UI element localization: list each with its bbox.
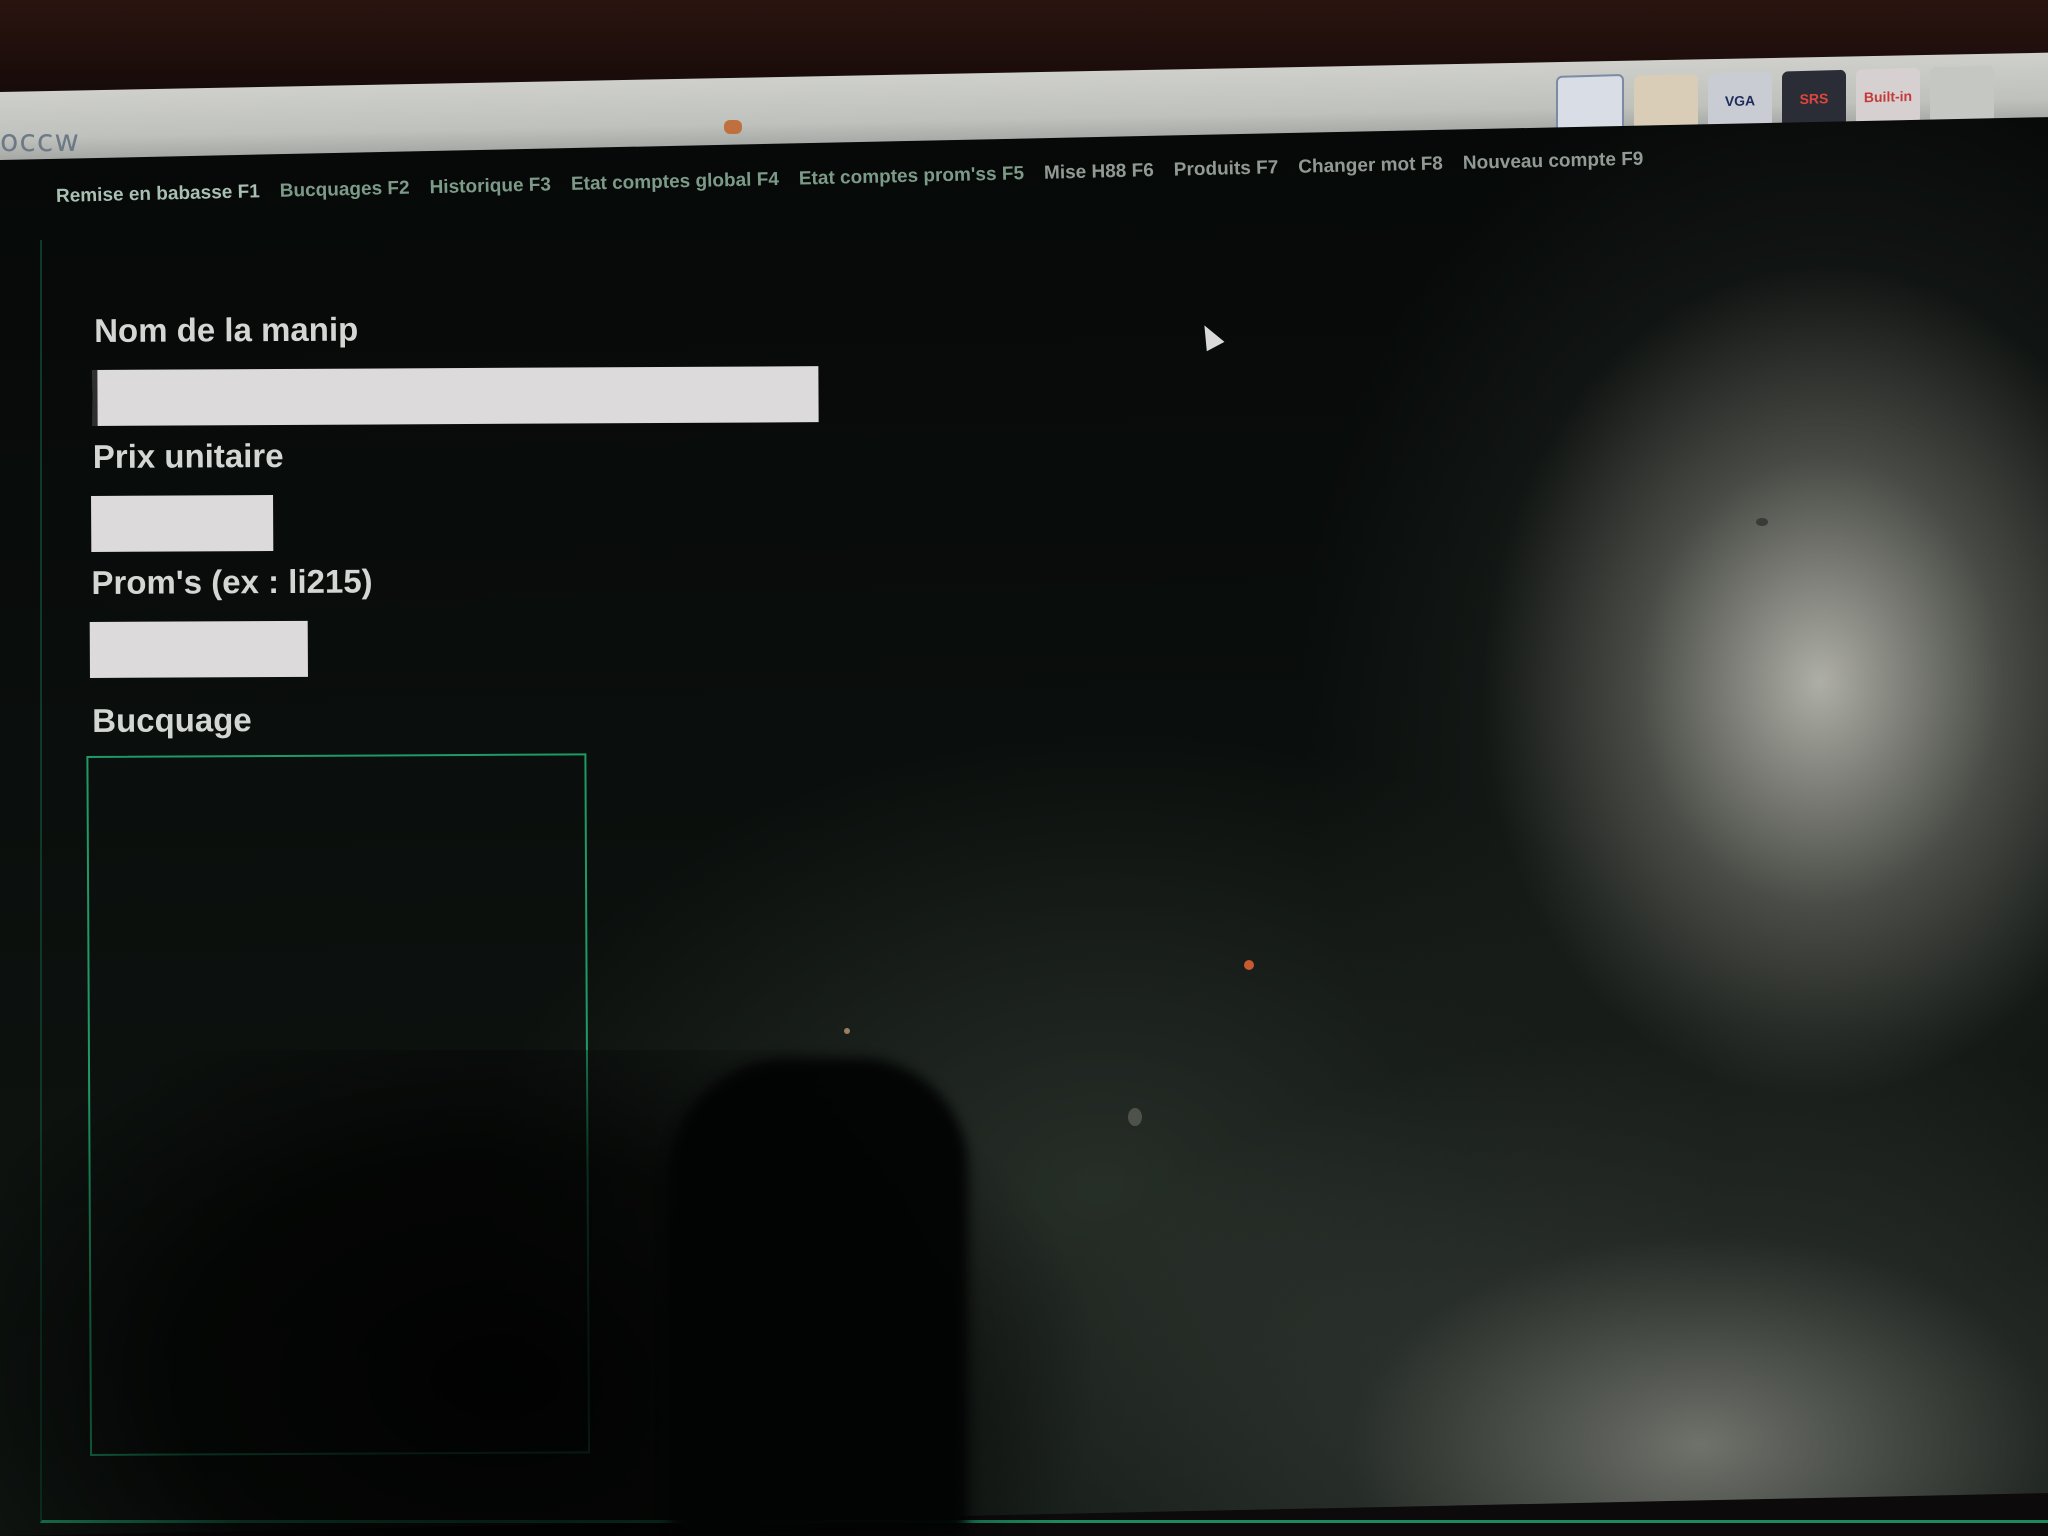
- nav-item-bucquages[interactable]: Bucquages F2: [280, 178, 410, 203]
- screen-speck: [844, 1028, 850, 1034]
- proms-input[interactable]: [89, 620, 308, 678]
- laptop-icon[interactable]: [1634, 73, 1698, 132]
- nav-item-mise-h88[interactable]: Mise H88 F6: [1044, 160, 1154, 185]
- bucquage-label: Bucquage: [92, 701, 252, 739]
- screen-speck: [1128, 1108, 1142, 1126]
- screen-speck: [1244, 960, 1254, 970]
- nav-item-produits[interactable]: Produits F7: [1174, 157, 1279, 181]
- nav-item-nouveau-compte[interactable]: Nouveau compte F9: [1463, 149, 1644, 175]
- screen-speck: [1756, 518, 1768, 526]
- srs-icon[interactable]: SRS: [1782, 69, 1846, 128]
- price-input[interactable]: [91, 495, 274, 552]
- taskbar-logo: occw: [0, 124, 80, 159]
- thumb-shadow: [668, 1058, 968, 1536]
- price-label: Prix unitaire: [92, 436, 284, 475]
- nav-item-changer-mot[interactable]: Changer mot F8: [1298, 153, 1443, 178]
- proms-label: Prom's (ex : li215): [91, 562, 373, 601]
- vga-icon[interactable]: VGA: [1708, 71, 1772, 130]
- nav-item-historique[interactable]: Historique F3: [429, 174, 551, 199]
- name-input[interactable]: [92, 366, 819, 426]
- photo-frame: occw VGA SRS Built-in Remise en babasse …: [0, 0, 2048, 1536]
- tools-icon[interactable]: [1930, 65, 1994, 124]
- taskbar-indicator-icon: [724, 120, 742, 134]
- built-in-icon[interactable]: Built-in: [1856, 67, 1920, 126]
- name-label: Nom de la manip: [94, 310, 359, 349]
